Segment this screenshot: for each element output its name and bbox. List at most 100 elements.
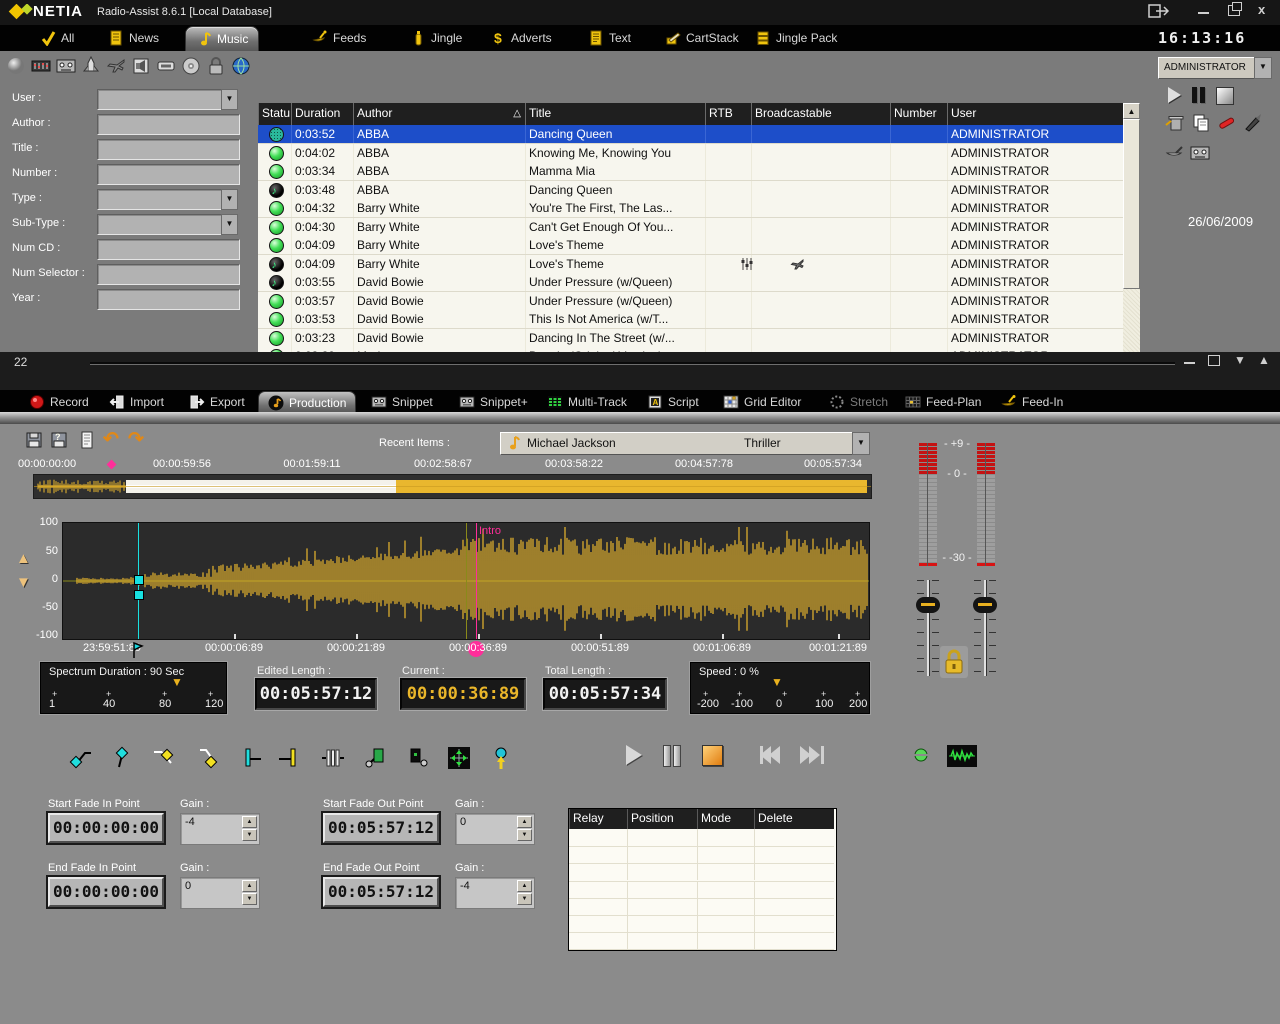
relay-column-position[interactable]: Position [627, 809, 697, 829]
gain-up-button[interactable]: ▲ [517, 880, 532, 892]
plane-icon[interactable] [106, 56, 126, 76]
field-input-author[interactable] [97, 114, 240, 135]
mark-in-tool[interactable] [236, 745, 262, 771]
edit-cursor-handle-top[interactable] [134, 575, 144, 585]
speed-slider-thumb[interactable]: ▼ [771, 675, 783, 689]
tab-all[interactable]: All [30, 26, 84, 50]
mark-out-tool[interactable] [278, 745, 304, 771]
tab-cartstack[interactable]: CartStack [655, 26, 749, 50]
gain-down-button[interactable]: ▼ [517, 893, 532, 905]
tab-jingle[interactable]: Jingle [400, 26, 472, 50]
prodtab-export[interactable]: Export [180, 391, 254, 412]
prodtab-feed-plan[interactable]: Feed-Plan [896, 391, 990, 412]
field-dropdown-arrow[interactable]: ▼ [221, 89, 238, 110]
minimize-button[interactable] [1198, 12, 1209, 14]
prodtab-snippet-[interactable]: Snippet+ [450, 391, 537, 412]
scroll-up-button[interactable]: ▲ [1123, 103, 1140, 119]
cassette-icon[interactable] [56, 56, 76, 76]
play-button[interactable] [626, 745, 642, 765]
trash-icon[interactable] [1164, 113, 1186, 133]
table-row[interactable]: 0:04:02ABBAKnowing Me, Knowing YouADMINI… [258, 144, 1123, 163]
table-row[interactable]: ♪0:03:48ABBADancing QueenADMINISTRATOR [258, 181, 1123, 200]
gain-spinner[interactable]: 0▲▼ [455, 813, 535, 845]
save-as-icon[interactable]: ? [50, 431, 68, 449]
prodtab-feed-in[interactable]: Feed-In [992, 391, 1072, 412]
fade-out-start-tool[interactable] [152, 745, 178, 771]
gain-up-button[interactable]: ▲ [517, 816, 532, 828]
relay-column-relay[interactable]: Relay [569, 809, 627, 829]
table-row[interactable]: 0:03:34ABBAMamma MiaADMINISTRATOR [258, 162, 1123, 181]
prodtab-production[interactable]: Production [258, 391, 356, 413]
field-dropdown-arrow[interactable]: ▼ [221, 214, 238, 235]
column-header-number[interactable]: Number [890, 103, 947, 125]
relay-row[interactable] [569, 898, 834, 916]
cassette-icon[interactable] [1190, 143, 1210, 163]
link-icon[interactable] [156, 56, 176, 76]
tab-music[interactable]: Music [185, 26, 259, 51]
relay-row[interactable] [569, 863, 834, 881]
fade-out-end-tool[interactable] [194, 745, 220, 771]
table-row[interactable]: 0:03:52ABBADancing QueenADMINISTRATOR [258, 125, 1123, 144]
fader-lock[interactable] [940, 646, 968, 678]
column-header-author[interactable]: Author△ [353, 103, 525, 125]
tab-news[interactable]: News [98, 26, 169, 50]
column-header-user[interactable]: User [947, 103, 1123, 125]
close-button[interactable]: x [1258, 2, 1265, 17]
user-select-arrow[interactable]: ▼ [1254, 57, 1270, 77]
preview-pause-button[interactable] [1192, 87, 1206, 103]
prod-rollup-button[interactable]: ▲ [1258, 353, 1270, 367]
gain-down-button[interactable]: ▼ [242, 893, 257, 905]
vscroll-thumb[interactable] [1123, 119, 1140, 289]
gain-spinner[interactable]: -4▲▼ [180, 813, 260, 845]
cd-icon[interactable] [181, 56, 201, 76]
wave-monitor-icon[interactable] [947, 745, 977, 767]
pause-button[interactable] [663, 745, 681, 765]
field-input-title[interactable] [97, 139, 240, 160]
table-row[interactable]: 0:04:09Barry WhiteLove's ThemeADMINISTRA… [258, 236, 1123, 255]
lightning-pen-icon[interactable] [1242, 113, 1264, 133]
spectrum-duration-panel[interactable]: Spectrum Duration : 90 Sec ▼ +1+40+80+12… [40, 662, 227, 714]
skip-to-start-button[interactable] [760, 746, 786, 764]
fader-right[interactable] [972, 580, 998, 676]
recent-combo-arrow[interactable]: ▼ [852, 432, 868, 453]
copy-icon[interactable] [1190, 113, 1212, 133]
column-header-rtb[interactable]: RTB [705, 103, 751, 125]
globe-icon[interactable] [231, 56, 251, 76]
gain-spinner[interactable]: -4▲▼ [455, 877, 535, 909]
prodtab-snippet[interactable]: Snippet [362, 391, 442, 412]
prodtab-script[interactable]: AScript [638, 391, 708, 412]
prod-maximize-button[interactable] [1208, 355, 1220, 366]
gain-up-button[interactable]: ▲ [242, 880, 257, 892]
preview-stop-button[interactable] [1216, 87, 1234, 105]
insert-in-tool[interactable] [362, 745, 388, 771]
loop-icon[interactable] [913, 747, 929, 763]
insert-out-tool[interactable] [404, 745, 430, 771]
table-row[interactable]: 0:04:30Barry WhiteCan't Get Enough Of Yo… [258, 218, 1123, 237]
goto-cursor-tool[interactable] [488, 745, 514, 771]
document-icon[interactable] [78, 431, 96, 449]
user-select[interactable]: ADMINISTRATOR [1158, 57, 1261, 79]
relay-column-mode[interactable]: Mode [697, 809, 754, 829]
tab-feeds[interactable]: Feeds [302, 26, 376, 50]
sphere-icon[interactable] [6, 56, 26, 76]
ruler-marker-dot[interactable] [107, 460, 117, 470]
table-row[interactable]: 0:04:32Barry WhiteYou're The First, The … [258, 199, 1123, 218]
field-input-sub-type[interactable] [97, 214, 226, 235]
relay-row[interactable] [569, 829, 834, 847]
relay-row[interactable] [569, 846, 834, 864]
shuttle-icon[interactable] [81, 56, 101, 76]
field-input-type[interactable] [97, 189, 226, 210]
undo-icon[interactable]: ↶ [103, 428, 119, 451]
recent-items-combo[interactable]: Michael Jackson Thriller [500, 432, 854, 455]
center-view-tool[interactable] [446, 745, 472, 771]
column-header-broadcastable[interactable]: Broadcastable [751, 103, 890, 125]
lock-icon[interactable] [206, 56, 226, 76]
relay-column-delete[interactable]: Delete [754, 809, 834, 829]
tab-jingle-pack[interactable]: Jingle Pack [745, 26, 847, 50]
exit-icon[interactable] [1148, 4, 1170, 19]
redo-icon[interactable]: ↷ [128, 428, 144, 451]
field-input-numcd[interactable] [97, 239, 240, 260]
dish-icon[interactable] [1164, 143, 1186, 163]
spectrum-slider-thumb[interactable]: ▼ [171, 675, 183, 689]
tab-adverts[interactable]: $Adverts [480, 26, 562, 50]
